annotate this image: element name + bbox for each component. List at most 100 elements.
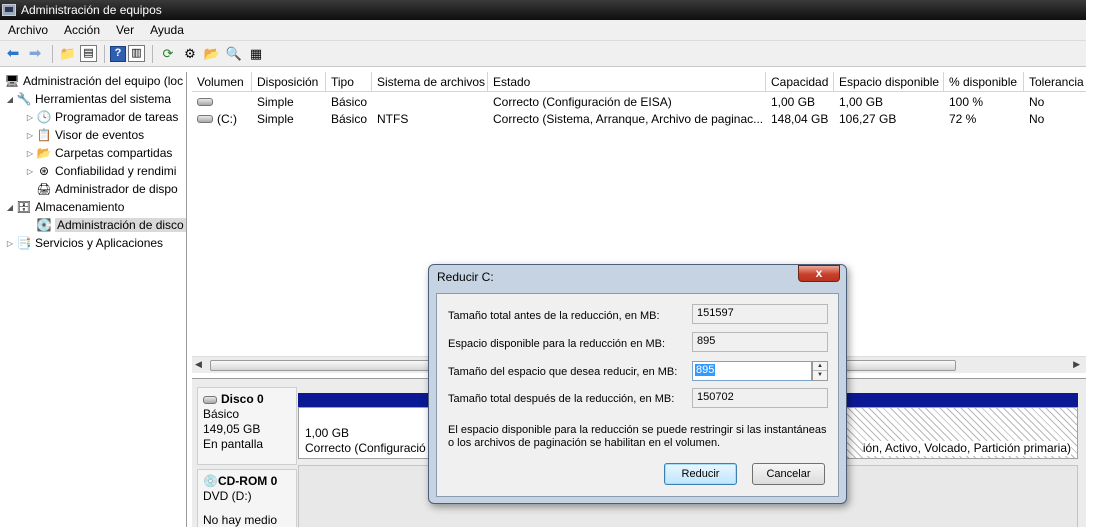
partition-status: Correcto (Configuració [305,441,426,455]
tree-item-admin-discos[interactable]: 💽 Administración de disco [0,216,186,234]
event-viewer-icon: 📋 [36,128,52,142]
column-header-capacidad[interactable]: Capacidad [766,72,834,91]
expand-closed-icon[interactable]: ▷ [24,149,36,158]
tree-item-programador[interactable]: ▷ 🕓 Programador de tareas [0,108,186,126]
disk0-label[interactable]: Disco 0 Básico 149,05 GB En pantalla [197,387,297,465]
forward-arrow-icon[interactable]: ➡ [25,44,45,64]
toolbar-separator [104,44,105,63]
tree-item-almacenamiento[interactable]: ◢ 🗄 Almacenamiento [0,198,186,216]
tree-root[interactable]: 🖥 Administración del equipo (loc [0,72,186,90]
tools-icon: 🔧 [16,92,32,106]
show-hide-action-pane-icon[interactable]: ▥ [128,45,145,62]
back-arrow-icon[interactable]: ⬅ [3,44,23,64]
disk-management-icon: 💽 [36,218,52,232]
column-header-disposicion[interactable]: Disposición [252,72,326,91]
tree-item-carpetas[interactable]: ▷ 📂 Carpetas compartidas [0,144,186,162]
cancelar-button[interactable]: Cancelar [752,463,825,485]
tree-item-herramientas[interactable]: ◢ 🔧 Herramientas del sistema [0,90,186,108]
tree-item-label: Visor de eventos [55,128,145,142]
table-row[interactable]: Simple Básico Correcto (Configuración de… [192,93,1086,110]
column-header-sistema-archivos[interactable]: Sistema de archivos [372,72,488,91]
column-header-volumen[interactable]: Volumen [192,72,252,91]
total-after-label: Tamaño total después de la reducción, en… [448,393,675,405]
cdrom-icon: 💿 [203,474,218,488]
spin-up-icon[interactable]: ▲ [813,362,827,371]
help-icon[interactable]: ? [110,45,126,62]
shrink-amount-input[interactable]: 895 [692,361,812,381]
tree-item-admin-dispositivos[interactable]: 🖨 Administrador de dispo [0,180,186,198]
export-icon[interactable]: ▦ [246,44,266,64]
cdrom0-drive: DVD (D:) [203,489,252,503]
column-header-tipo[interactable]: Tipo [326,72,372,91]
up-folder-icon[interactable]: 📁 [58,44,78,64]
open-folder-icon[interactable]: 📂 [202,44,222,64]
disk0-status: En pantalla [203,437,264,451]
tree-item-confiabilidad[interactable]: ▷ ⊛ Confiabilidad y rendimi [0,162,186,180]
expand-open-icon[interactable]: ◢ [4,203,16,212]
scroll-right-icon[interactable]: ▶ [1073,359,1080,370]
tree-item-label: Servicios y Aplicaciones [35,236,164,250]
column-header-espacio-disponible[interactable]: Espacio disponible [834,72,944,91]
column-header-porcentaje-disponible[interactable]: % disponible [944,72,1024,91]
cdrom0-status: No hay medio [203,513,278,527]
fault-tolerance-cell: No [1029,94,1045,109]
scroll-left-icon[interactable]: ◀ [195,359,202,370]
shrink-amount-spinner[interactable]: ▲ ▼ [812,361,828,381]
tree-item-label: Administrador de dispo [55,182,178,196]
console-tree: 🖥 Administración del equipo (loc ◢ 🔧 Her… [0,72,187,527]
expand-closed-icon[interactable]: ▷ [24,113,36,122]
tree-item-label: Administración de disco [55,218,186,232]
volume-name: (C:) [217,111,237,126]
tree-item-label: Herramientas del sistema [35,92,172,106]
partition-eisa[interactable]: 1,00 GB Correcto (Configuració [298,407,438,459]
filesystem-cell: NTFS [377,111,409,126]
column-header-estado[interactable]: Estado [488,72,766,91]
reducir-button[interactable]: Reducir [664,463,737,485]
total-after-field: 150702 [692,388,828,408]
capacity-cell: 148,04 GB [771,111,829,126]
available-space-field: 895 [692,332,828,352]
partition-size: 1,00 GB [305,426,350,440]
storage-icon: 🗄 [16,200,32,214]
menu-ayuda[interactable]: Ayuda [142,23,192,37]
layout-cell: Simple [257,111,294,126]
shrink-amount-label: Tamaño del espacio que desea reducir, en… [448,366,678,378]
menu-archivo[interactable]: Archivo [0,23,56,37]
type-cell: Básico [331,94,368,109]
tree-item-label: Confiabilidad y rendimi [55,164,177,178]
expand-closed-icon[interactable]: ▷ [24,167,36,176]
dialog-title: Reducir C: [437,270,494,284]
type-cell: Básico [331,111,368,126]
tree-item-visor-eventos[interactable]: ▷ 📋 Visor de eventos [0,126,186,144]
disk-volume-icon [197,115,213,124]
menu-ver[interactable]: Ver [108,23,142,37]
tree-item-label: Carpetas compartidas [55,146,173,160]
column-header-tolerancia[interactable]: Tolerancia [1024,72,1086,91]
expand-open-icon[interactable]: ◢ [4,95,16,104]
hard-disk-icon [203,395,217,404]
toolbar: ⬅ ➡ 📁 ▤ ? ▥ ⟳ ⚙ 📂 🔍 ▦ [0,41,1086,67]
close-icon: x [815,266,823,280]
cdrom0-title: 💿CD-ROM 0 [203,474,291,489]
fault-tolerance-cell: No [1029,111,1045,126]
window-titlebar[interactable]: Administración de equipos [0,0,1086,20]
menu-accion[interactable]: Acción [56,23,108,37]
disk-volume-icon [197,98,213,107]
spin-down-icon[interactable]: ▼ [813,371,827,380]
table-row[interactable]: (C:) Simple Básico NTFS Correcto (Sistem… [192,110,1086,127]
expand-closed-icon[interactable]: ▷ [24,131,36,140]
refresh-icon[interactable]: ⟳ [158,44,178,64]
properties-icon[interactable]: ⚙ [180,44,200,64]
expand-closed-icon[interactable]: ▷ [4,239,16,248]
disk0-type: Básico [203,407,240,421]
cdrom0-label[interactable]: 💿CD-ROM 0 DVD (D:) No hay medio [197,469,297,527]
computer-management-icon [2,4,16,16]
dialog-close-button[interactable]: x [798,265,840,282]
search-icon[interactable]: 🔍 [224,44,244,64]
tree-item-servicios[interactable]: ▷ 📑 Servicios y Aplicaciones [0,234,186,252]
volume-list-header: Volumen Disposición Tipo Sistema de arch… [192,72,1086,92]
disk0-title: Disco 0 [203,392,291,407]
toolbar-separator [152,44,153,63]
show-hide-tree-icon[interactable]: ▤ [80,45,97,62]
disk0-size: 149,05 GB [203,422,261,436]
